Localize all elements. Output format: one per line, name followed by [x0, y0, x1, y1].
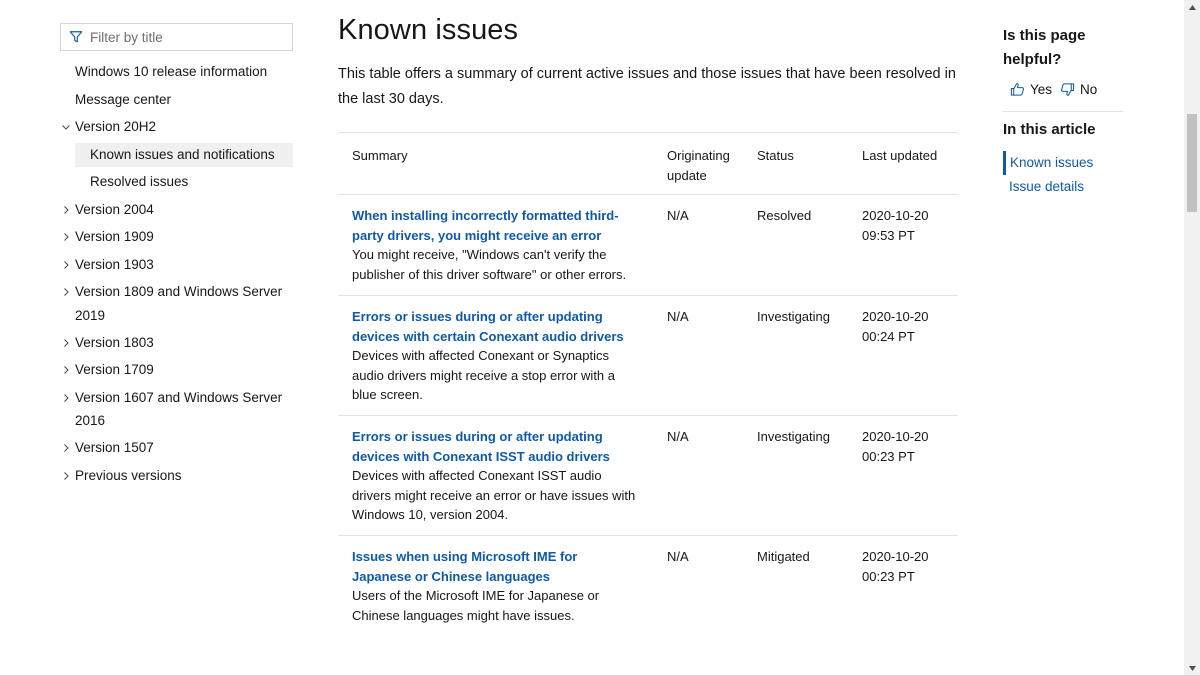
- status-cell: Investigating: [757, 309, 830, 324]
- toc-link-issue-details[interactable]: Issue details: [1003, 175, 1093, 199]
- chevron-right-icon: [62, 198, 72, 222]
- vertical-scrollbar[interactable]: [1184, 0, 1200, 675]
- chevron-right-icon: [62, 436, 72, 460]
- issue-link[interactable]: Issues when using Microsoft IME for Japa…: [352, 547, 638, 586]
- chevron-right-icon: [62, 280, 72, 304]
- nav-item-version-1709[interactable]: Version 1709: [60, 358, 293, 382]
- table-header: Summary Originating update Status Last u…: [338, 133, 958, 195]
- issue-link[interactable]: When installing incorrectly formatted th…: [352, 206, 638, 245]
- helpful-title: Is this page helpful?: [1003, 27, 1086, 68]
- nav-item-label: Previous versions: [75, 467, 182, 483]
- issue-description: Devices with affected Conexant or Synapt…: [352, 348, 616, 402]
- filter-box[interactable]: [60, 23, 293, 51]
- thumbs-down-icon: [1061, 83, 1075, 96]
- nav-item-release-information[interactable]: Windows 10 release information: [60, 60, 293, 84]
- chevron-right-icon: [62, 225, 72, 249]
- table-row: Errors or issues during or after updatin…: [338, 296, 958, 416]
- nav-item-version-1909[interactable]: Version 1909: [60, 225, 293, 249]
- nav-item-label: Version 1803: [75, 334, 154, 350]
- nav-item-label: Version 1809 and Windows Server 2019: [75, 284, 283, 323]
- yes-label: Yes: [1030, 82, 1053, 97]
- nav-item-resolved-issues[interactable]: Resolved issues: [60, 170, 293, 194]
- chevron-right-icon: [62, 331, 72, 355]
- scroll-up-arrow-icon[interactable]: [1184, 0, 1200, 14]
- no-label: No: [1080, 82, 1098, 97]
- nav-item-message-center[interactable]: Message center: [60, 88, 293, 112]
- yes-button[interactable]: Yes: [1010, 82, 1052, 97]
- known-issues-table: Summary Originating update Status Last u…: [338, 132, 958, 636]
- nav-item-version-1803[interactable]: Version 1803: [60, 331, 293, 355]
- nav-item-version-2004[interactable]: Version 2004: [60, 198, 293, 222]
- nav-item-label: Version 1709: [75, 362, 154, 377]
- nav-item-version-1809[interactable]: Version 1809 and Windows Server 2019: [60, 280, 293, 327]
- summary-cell: Errors or issues during or after updatin…: [338, 307, 652, 415]
- nav-item-previous-versions[interactable]: Previous versions: [60, 464, 293, 488]
- nav-item-label: Version 1507: [75, 440, 154, 455]
- issue-description: Users of the Microsoft IME for Japanese …: [352, 588, 600, 623]
- header-originating-update: Originating update: [667, 148, 730, 183]
- nav-item-version-1903[interactable]: Version 1903: [60, 253, 293, 277]
- chevron-right-icon: [62, 253, 72, 277]
- nav-item-label: Version 1909: [75, 229, 154, 244]
- filter-icon: [69, 31, 83, 43]
- thumbs-up-icon: [1010, 83, 1024, 96]
- originating-update-cell: N/A: [667, 309, 689, 324]
- nav-item-version-1507[interactable]: Version 1507: [60, 436, 293, 460]
- originating-update-cell: N/A: [667, 549, 689, 564]
- summary-cell: When installing incorrectly formatted th…: [338, 206, 652, 295]
- toc-sidebar: Windows 10 release information Message c…: [60, 60, 293, 491]
- in-article-toc: Known issues Issue details: [1003, 151, 1093, 199]
- originating-update-cell: N/A: [667, 208, 689, 223]
- table-row: Issues when using Microsoft IME for Japa…: [338, 536, 958, 636]
- in-article-title: In this article: [1003, 121, 1096, 138]
- nav-item-label: Version 1903: [75, 256, 154, 272]
- last-updated-cell: 2020-10-20 00:23 PT: [862, 429, 929, 464]
- summary-cell: Issues when using Microsoft IME for Japa…: [338, 547, 652, 636]
- intro-paragraph: This table offers a summary of current a…: [338, 66, 956, 107]
- summary-cell: Errors or issues during or after updatin…: [338, 427, 652, 535]
- nav-item-label: Version 20H2: [75, 119, 157, 134]
- table-row: Errors or issues during or after updatin…: [338, 416, 958, 536]
- status-cell: Investigating: [757, 429, 830, 444]
- last-updated-cell: 2020-10-20 09:53 PT: [862, 208, 929, 243]
- header-status: Status: [757, 148, 794, 163]
- filter-input[interactable]: [90, 29, 280, 45]
- issue-description: You might receive, "Windows can't verify…: [352, 247, 627, 282]
- rail-divider: [1003, 111, 1123, 112]
- issue-link[interactable]: Errors or issues during or after updatin…: [352, 427, 638, 466]
- issue-link[interactable]: Errors or issues during or after updatin…: [352, 307, 638, 346]
- originating-update-cell: N/A: [667, 429, 689, 444]
- toc-link-known-issues[interactable]: Known issues: [1003, 151, 1093, 175]
- no-button[interactable]: No: [1060, 82, 1097, 97]
- feedback-buttons: Yes No: [1010, 82, 1105, 97]
- chevron-right-icon: [62, 358, 72, 382]
- last-updated-cell: 2020-10-20 00:24 PT: [862, 309, 929, 344]
- nav-item-label: Version 2004: [75, 201, 154, 217]
- issue-description: Devices with affected Conexant ISST audi…: [352, 468, 636, 522]
- nav-item-version-20h2[interactable]: Version 20H2: [60, 115, 293, 139]
- chevron-down-icon: [62, 115, 72, 139]
- nav-item-label: Version 1607 and Windows Server 2016: [75, 389, 283, 429]
- status-cell: Resolved: [757, 208, 812, 223]
- scrollbar-thumb[interactable]: [1187, 114, 1197, 212]
- table-row: When installing incorrectly formatted th…: [338, 195, 958, 296]
- scroll-down-arrow-icon[interactable]: [1184, 661, 1200, 675]
- nav-item-version-1607[interactable]: Version 1607 and Windows Server 2016: [60, 386, 293, 433]
- page-title: Known issues: [338, 14, 519, 46]
- header-last-updated: Last updated: [862, 148, 938, 163]
- last-updated-cell: 2020-10-20 00:23 PT: [862, 549, 929, 584]
- nav-item-known-issues[interactable]: Known issues and notifications: [75, 142, 293, 167]
- header-summary: Summary: [352, 148, 408, 163]
- status-cell: Mitigated: [757, 549, 810, 564]
- chevron-right-icon: [62, 464, 72, 488]
- chevron-right-icon: [62, 386, 72, 410]
